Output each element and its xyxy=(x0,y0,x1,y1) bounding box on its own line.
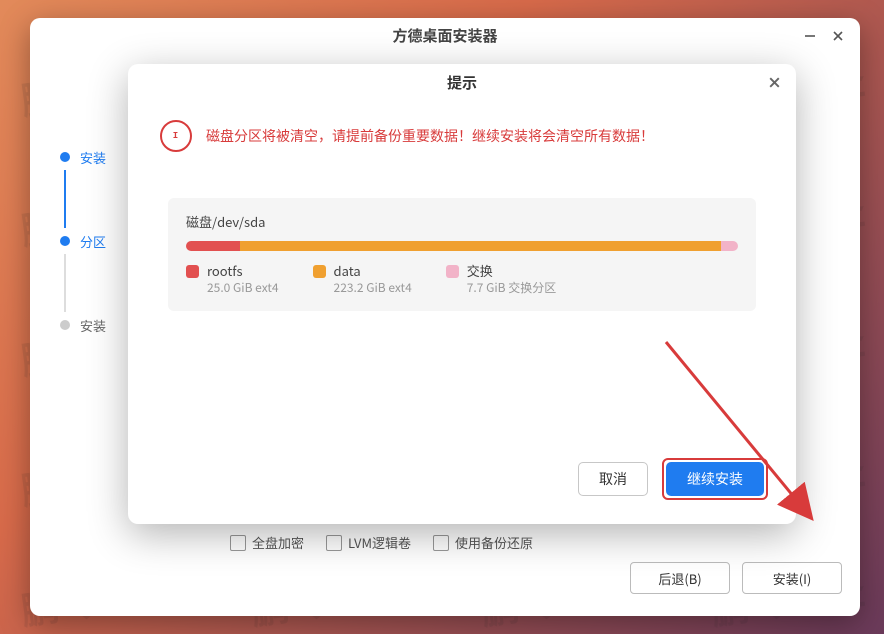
legend-text: 交换 7.7 GiB 交换分区 xyxy=(467,263,557,295)
swatch-icon xyxy=(446,265,459,278)
step-connector xyxy=(64,170,66,228)
disk-path: 磁盘/dev/sda xyxy=(186,212,738,231)
dialog-title-bar: 提示 xyxy=(128,64,796,102)
warning-icon: I xyxy=(160,120,192,152)
button-label: 继续安装 xyxy=(687,469,743,489)
checkbox-restore-backup[interactable]: 使用备份还原 xyxy=(433,533,533,552)
partition-name: rootfs xyxy=(207,263,279,280)
minimize-button[interactable] xyxy=(796,18,824,54)
warning-text: 磁盘分区将被清空，请提前备份重要数据！继续安装将会清空所有数据！ xyxy=(206,126,654,147)
partition-detail: 223.2 GiB ext4 xyxy=(334,280,412,296)
dialog-buttons: 取消 继续安装 xyxy=(578,458,768,500)
checkbox-label: 全盘加密 xyxy=(252,533,304,552)
dialog-close-button[interactable] xyxy=(760,68,788,96)
window-titlebar: 方德桌面安装器 xyxy=(30,18,860,54)
window-title: 方德桌面安装器 xyxy=(392,25,497,46)
button-label: 后退(B) xyxy=(658,569,701,588)
step-label: 安装 xyxy=(80,148,106,167)
step-label: 分区 xyxy=(80,232,106,251)
cancel-button[interactable]: 取消 xyxy=(578,462,648,496)
legend-swap: 交换 7.7 GiB 交换分区 xyxy=(446,263,557,295)
partition-seg-swap xyxy=(721,241,738,251)
button-label: 取消 xyxy=(599,469,627,489)
annotation-highlight: 继续安装 xyxy=(662,458,768,500)
step-label: 安装 xyxy=(80,316,106,335)
partition-legend: rootfs 25.0 GiB ext4 data 223.2 GiB ext4… xyxy=(186,263,738,295)
checkbox-icon xyxy=(433,535,449,551)
swatch-icon xyxy=(313,265,326,278)
checkbox-label: 使用备份还原 xyxy=(455,533,533,552)
warning-row: I 磁盘分区将被清空，请提前备份重要数据！继续安装将会清空所有数据！ xyxy=(128,102,796,152)
partition-detail: 7.7 GiB 交换分区 xyxy=(467,280,557,296)
step-dot-icon xyxy=(60,236,70,246)
window-controls xyxy=(796,18,852,54)
partition-seg-rootfs xyxy=(186,241,240,251)
disk-options: 全盘加密 LVM逻辑卷 使用备份还原 xyxy=(230,533,533,552)
step-dot-icon xyxy=(60,152,70,162)
footer-buttons: 后退(B) 安装(I) xyxy=(630,562,842,594)
step-dot-icon xyxy=(60,320,70,330)
step-connector xyxy=(64,254,66,312)
disk-summary-box: 磁盘/dev/sda rootfs 25.0 GiB ext4 d xyxy=(168,198,756,311)
checkbox-label: LVM逻辑卷 xyxy=(348,533,411,552)
button-label: 安装(I) xyxy=(773,569,812,588)
partition-detail: 25.0 GiB ext4 xyxy=(207,280,279,296)
partition-seg-data xyxy=(240,241,721,251)
checkbox-full-disk-encrypt[interactable]: 全盘加密 xyxy=(230,533,304,552)
dialog-title: 提示 xyxy=(447,72,477,93)
checkbox-icon xyxy=(326,535,342,551)
checkbox-icon xyxy=(230,535,246,551)
back-button[interactable]: 后退(B) xyxy=(630,562,730,594)
partition-bar xyxy=(186,241,738,251)
close-button[interactable] xyxy=(824,18,852,54)
legend-text: rootfs 25.0 GiB ext4 xyxy=(207,263,279,295)
confirm-dialog: 提示 I 磁盘分区将被清空，请提前备份重要数据！继续安装将会清空所有数据！ 磁盘… xyxy=(128,64,796,524)
legend-text: data 223.2 GiB ext4 xyxy=(334,263,412,295)
continue-install-button[interactable]: 继续安装 xyxy=(666,462,764,496)
swatch-icon xyxy=(186,265,199,278)
checkbox-lvm[interactable]: LVM逻辑卷 xyxy=(326,533,411,552)
partition-name: 交换 xyxy=(467,263,557,280)
install-button[interactable]: 安装(I) xyxy=(742,562,842,594)
legend-rootfs: rootfs 25.0 GiB ext4 xyxy=(186,263,279,295)
legend-data: data 223.2 GiB ext4 xyxy=(313,263,412,295)
installer-window: 方德桌面安装器 安装 分区 安装 xyxy=(30,18,860,616)
partition-name: data xyxy=(334,263,412,280)
